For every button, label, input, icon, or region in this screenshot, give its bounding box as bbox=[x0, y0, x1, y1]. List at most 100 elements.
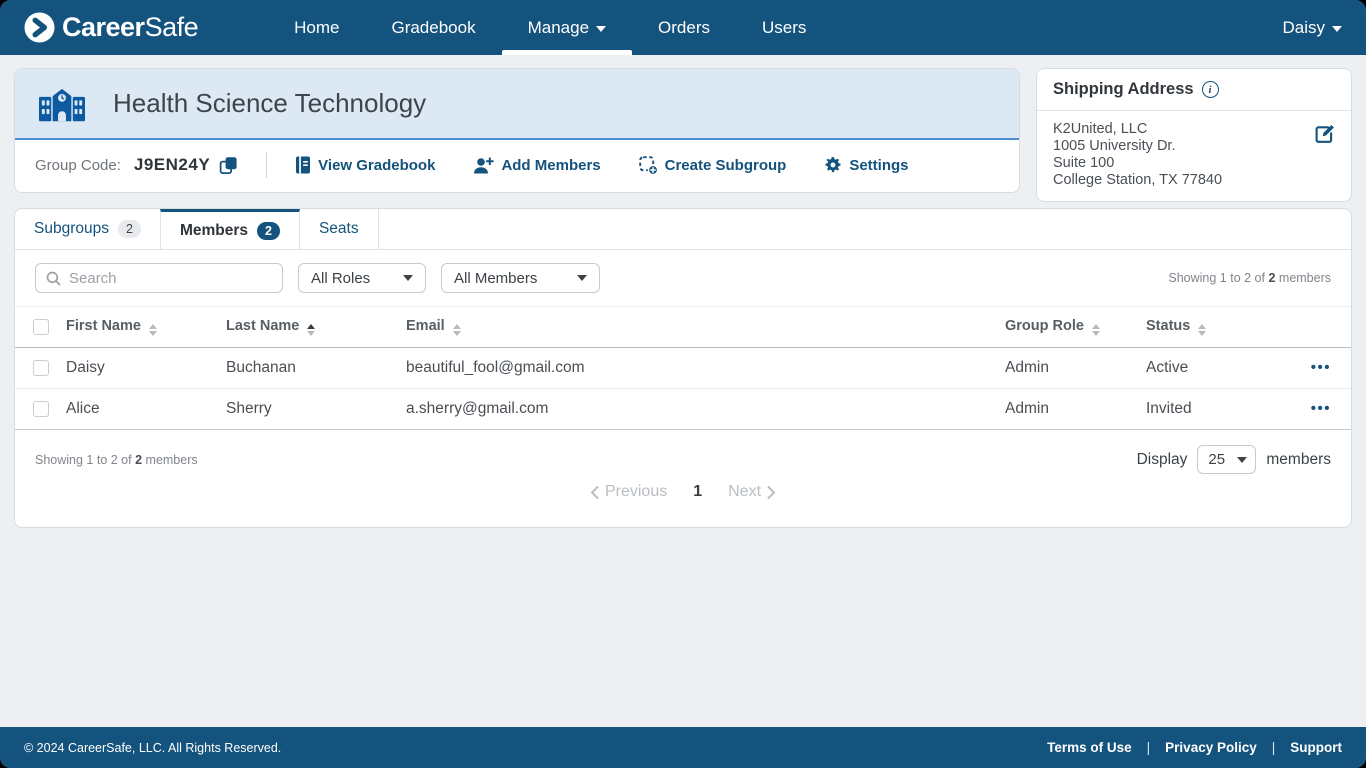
table-row: Daisy Buchanan beautiful_fool@gmail.com … bbox=[15, 348, 1351, 389]
table-header-row: First Name Last Name Email Group Role St… bbox=[15, 307, 1351, 348]
info-icon[interactable]: i bbox=[1202, 81, 1219, 98]
top-navigation-bar: CareerSafe Home Gradebook Manage Orders … bbox=[0, 0, 1366, 55]
user-menu[interactable]: Daisy bbox=[1282, 18, 1342, 38]
cell-last-name: Sherry bbox=[226, 389, 406, 430]
divider bbox=[266, 152, 267, 178]
next-page-button[interactable]: Next bbox=[728, 483, 776, 501]
edit-address-button[interactable] bbox=[1314, 124, 1335, 145]
copyright-text: © 2024 CareerSafe, LLC. All Rights Reser… bbox=[24, 741, 281, 755]
nav-item-orders[interactable]: Orders bbox=[632, 0, 736, 55]
tab-seats[interactable]: Seats bbox=[300, 209, 379, 249]
search-input[interactable] bbox=[69, 270, 272, 287]
group-title-bar: Health Science Technology bbox=[15, 69, 1019, 140]
page-footer: © 2024 CareerSafe, LLC. All Rights Reser… bbox=[0, 727, 1366, 768]
caret-down-icon bbox=[1237, 457, 1247, 463]
careersafe-logo[interactable]: CareerSafe bbox=[24, 12, 198, 43]
primary-nav: Home Gradebook Manage Orders Users bbox=[268, 0, 832, 55]
filter-row: All Roles All Members Showing 1 to 2 of … bbox=[15, 250, 1351, 306]
shipping-address-card: Shipping Address i K2United, LLC 1005 Un… bbox=[1036, 68, 1352, 202]
display-label: Display bbox=[1137, 451, 1188, 469]
members-count-badge: 2 bbox=[257, 222, 280, 240]
privacy-policy-link[interactable]: Privacy Policy bbox=[1165, 740, 1257, 755]
cell-status: Active bbox=[1146, 348, 1295, 389]
column-header-last-name[interactable]: Last Name bbox=[226, 307, 406, 348]
group-actions: View Gradebook Add Members bbox=[295, 156, 908, 175]
page-size-select[interactable]: 25 bbox=[1197, 445, 1256, 474]
sort-icon[interactable] bbox=[149, 324, 157, 336]
table-row: Alice Sherry a.sherry@gmail.com Admin In… bbox=[15, 389, 1351, 430]
copy-icon bbox=[219, 156, 238, 175]
table-footer: Showing 1 to 2 of 2 members Display 25 m… bbox=[15, 430, 1351, 527]
divider: | bbox=[1272, 740, 1276, 755]
group-header-card: Health Science Technology Group Code: J9… bbox=[14, 68, 1020, 193]
shipping-address-body: K2United, LLC 1005 University Dr. Suite … bbox=[1037, 111, 1351, 201]
subgroups-count-badge: 2 bbox=[118, 220, 141, 238]
nav-item-gradebook[interactable]: Gradebook bbox=[365, 0, 501, 55]
nav-item-manage[interactable]: Manage bbox=[502, 0, 632, 55]
column-header-group-role[interactable]: Group Role bbox=[1005, 307, 1146, 348]
previous-page-button[interactable]: Previous bbox=[590, 483, 667, 501]
members-panel-card: Subgroups 2 Members 2 Seats bbox=[14, 208, 1352, 528]
tab-members[interactable]: Members 2 bbox=[160, 209, 300, 249]
sort-icon-active[interactable] bbox=[307, 324, 315, 336]
shipping-address-title: Shipping Address bbox=[1053, 80, 1194, 99]
address-line: College Station, TX 77840 bbox=[1053, 172, 1335, 189]
divider: | bbox=[1147, 740, 1151, 755]
select-all-checkbox[interactable] bbox=[33, 319, 49, 335]
cell-first-name: Daisy bbox=[66, 348, 226, 389]
caret-down-icon bbox=[403, 275, 413, 281]
cell-first-name: Alice bbox=[66, 389, 226, 430]
sort-icon[interactable] bbox=[1092, 324, 1100, 336]
search-icon bbox=[46, 271, 61, 286]
brand-career: Career bbox=[62, 12, 145, 42]
roles-filter-select[interactable]: All Roles bbox=[298, 263, 426, 293]
cell-group-role: Admin bbox=[1005, 348, 1146, 389]
cell-email: a.sherry@gmail.com bbox=[406, 389, 1005, 430]
nav-item-users[interactable]: Users bbox=[736, 0, 832, 55]
column-header-first-name[interactable]: First Name bbox=[66, 307, 226, 348]
group-title: Health Science Technology bbox=[113, 88, 426, 119]
page-content: Health Science Technology Group Code: J9… bbox=[0, 55, 1366, 727]
address-line: K2United, LLC bbox=[1053, 121, 1335, 138]
support-link[interactable]: Support bbox=[1290, 740, 1342, 755]
column-header-status[interactable]: Status bbox=[1146, 307, 1295, 348]
chevron-left-icon bbox=[590, 486, 599, 499]
brand-chevron-icon bbox=[24, 12, 55, 43]
page-size-control: Display 25 members bbox=[1137, 445, 1331, 474]
address-line: Suite 100 bbox=[1053, 155, 1335, 172]
row-actions-menu-button[interactable]: ••• bbox=[1311, 400, 1331, 417]
user-name: Daisy bbox=[1282, 18, 1325, 38]
group-code-row: Group Code: J9EN24Y bbox=[15, 140, 1019, 190]
results-summary-bottom: Showing 1 to 2 of 2 members bbox=[35, 453, 198, 467]
cell-email: beautiful_fool@gmail.com bbox=[406, 348, 1005, 389]
column-header-email[interactable]: Email bbox=[406, 307, 1005, 348]
create-subgroup-link[interactable]: Create Subgroup bbox=[639, 156, 787, 175]
members-filter-select[interactable]: All Members bbox=[441, 263, 600, 293]
display-suffix: members bbox=[1266, 451, 1331, 469]
subgroup-dashed-box-plus-icon bbox=[639, 156, 658, 175]
add-members-link[interactable]: Add Members bbox=[473, 156, 600, 175]
group-code-value: J9EN24Y bbox=[134, 155, 210, 175]
footer-links: Terms of Use | Privacy Policy | Support bbox=[1047, 740, 1342, 755]
view-gradebook-link[interactable]: View Gradebook bbox=[295, 156, 435, 175]
address-line: 1005 University Dr. bbox=[1053, 138, 1335, 155]
caret-down-icon bbox=[1332, 26, 1342, 32]
person-plus-icon bbox=[473, 157, 494, 174]
terms-of-use-link[interactable]: Terms of Use bbox=[1047, 740, 1132, 755]
row-checkbox[interactable] bbox=[33, 360, 49, 376]
edit-pencil-icon bbox=[1314, 124, 1335, 145]
sort-icon[interactable] bbox=[1198, 324, 1206, 336]
caret-down-icon bbox=[596, 26, 606, 32]
tab-subgroups[interactable]: Subgroups 2 bbox=[15, 209, 160, 249]
nav-item-home[interactable]: Home bbox=[268, 0, 365, 55]
copy-code-button[interactable] bbox=[219, 156, 238, 175]
row-checkbox[interactable] bbox=[33, 401, 49, 417]
cell-last-name: Buchanan bbox=[226, 348, 406, 389]
settings-link[interactable]: Settings bbox=[824, 156, 908, 175]
caret-down-icon bbox=[577, 275, 587, 281]
row-actions-menu-button[interactable]: ••• bbox=[1311, 359, 1331, 376]
sort-icon[interactable] bbox=[453, 324, 461, 336]
tabstrip: Subgroups 2 Members 2 Seats bbox=[15, 209, 1351, 250]
brand-safe: Safe bbox=[145, 12, 199, 42]
page-number-1[interactable]: 1 bbox=[693, 483, 702, 501]
